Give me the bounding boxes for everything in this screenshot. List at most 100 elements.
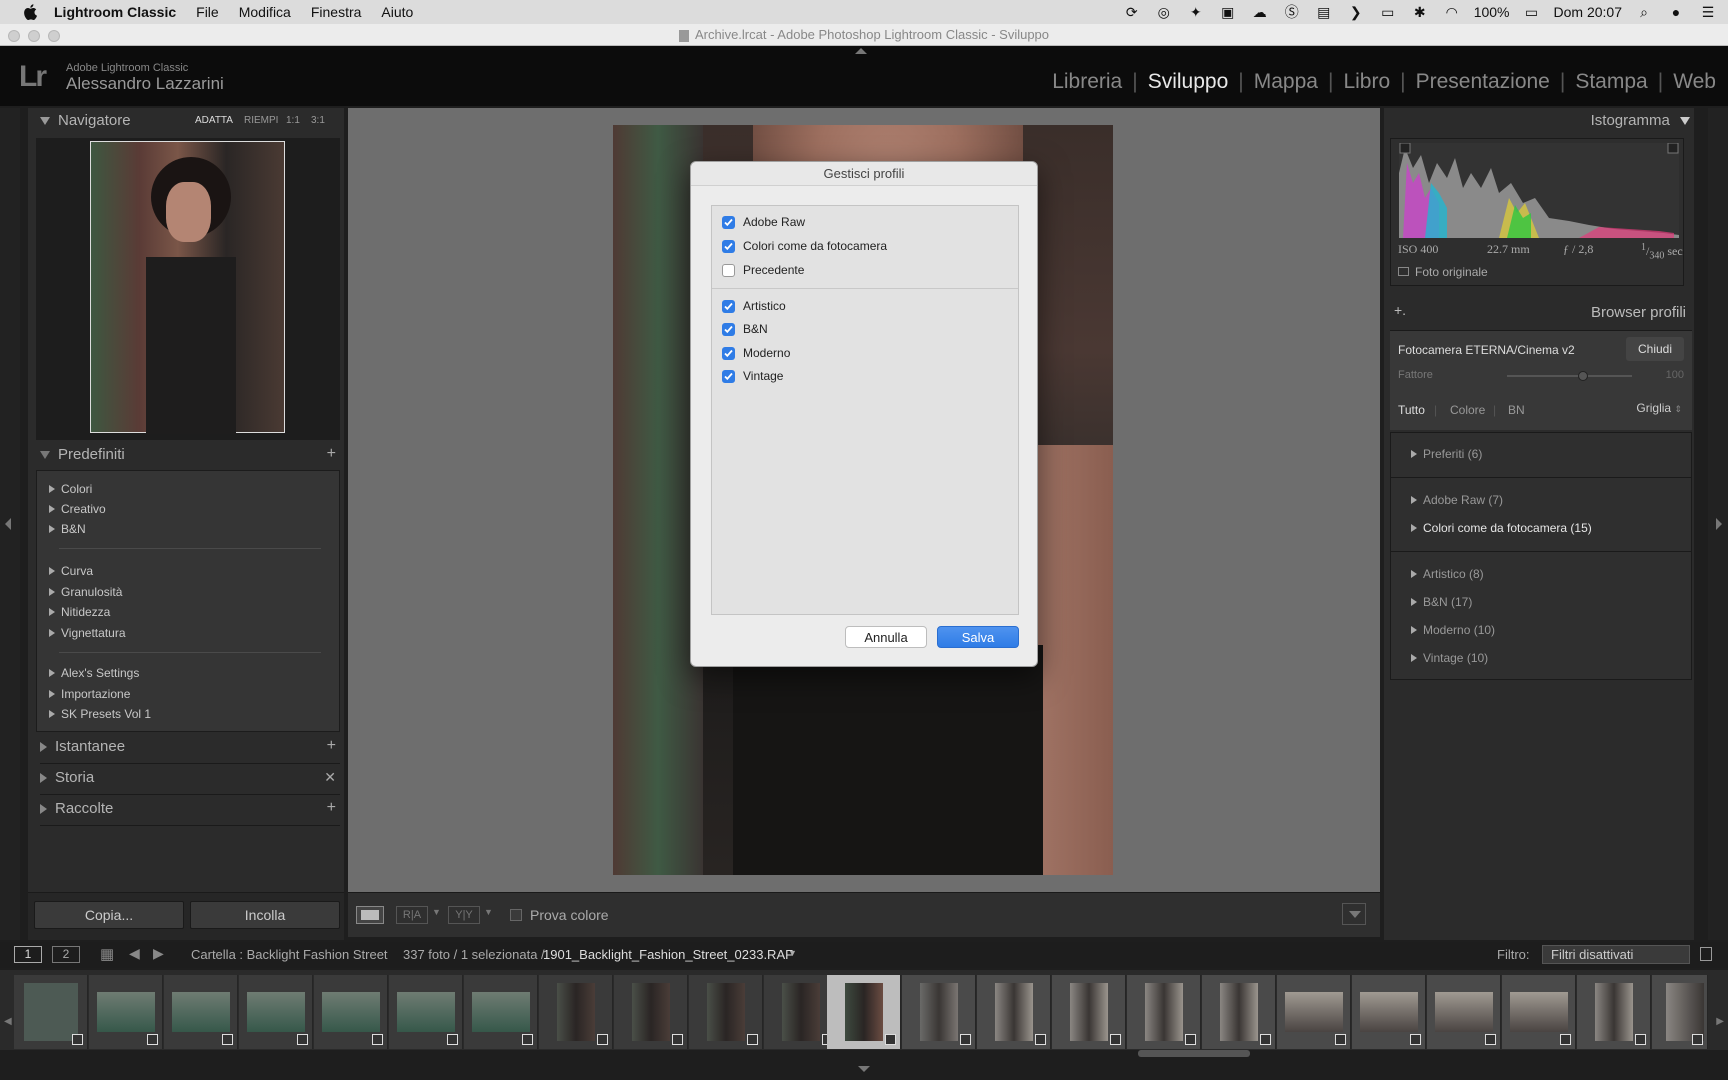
butterfly-icon[interactable]: ✦ <box>1186 4 1206 20</box>
preset-group-vignettatura[interactable]: Vignettatura <box>49 626 126 640</box>
filmstrip-scrollbar[interactable] <box>1138 1050 1250 1057</box>
preset-group-colori[interactable]: Colori <box>48 482 92 496</box>
preset-group-curva[interactable]: Curva <box>48 564 93 578</box>
checkbox-precedente[interactable]: Precedente <box>722 263 804 277</box>
filter-bw[interactable]: BN <box>1508 403 1525 417</box>
filmstrip-thumb[interactable] <box>89 975 163 1049</box>
notification-center-icon[interactable]: ☰ <box>1698 4 1718 20</box>
profile-group-adobe-raw[interactable]: Adobe Raw (7) <box>1410 493 1503 507</box>
module-web[interactable]: Web <box>1673 70 1716 94</box>
filmstrip-thumb[interactable] <box>1502 975 1576 1049</box>
filmstrip-thumb[interactable] <box>14 975 88 1049</box>
cloud-icon[interactable]: ☁ <box>1250 4 1270 20</box>
menu-file[interactable]: File <box>196 4 219 20</box>
before-after-icon[interactable]: R|A <box>396 906 428 924</box>
preset-group-granulosita[interactable]: Granulosità <box>48 585 122 599</box>
amount-slider-thumb[interactable] <box>1578 371 1589 381</box>
primary-window-button[interactable]: 1 <box>14 946 42 963</box>
filmstrip-thumb[interactable] <box>977 975 1051 1049</box>
preset-group-nitidezza[interactable]: Nitidezza <box>48 605 110 619</box>
preset-group-bn[interactable]: B&N <box>49 522 86 536</box>
filmstrip-thumb-selected[interactable] <box>827 975 901 1049</box>
profile-group-moderno[interactable]: Moderno (10) <box>1410 623 1495 637</box>
back-arrow-icon[interactable]: ◀ <box>129 945 140 962</box>
filmstrip-thumb[interactable] <box>389 975 463 1049</box>
navigator-header[interactable]: Navigatore ADATTA RIEMPI 1:1 3:1 <box>40 112 340 138</box>
clock[interactable]: Dom 20:07 <box>1554 4 1622 20</box>
profile-group-artistico[interactable]: Artistico (8) <box>1411 567 1484 581</box>
filmstrip-thumb[interactable] <box>1427 975 1501 1049</box>
siri-icon[interactable]: ● <box>1666 4 1686 20</box>
checkbox-artistico[interactable]: Artistico <box>722 299 786 313</box>
toolbar-menu-icon[interactable] <box>1342 903 1366 925</box>
wifi-icon[interactable]: ◠ <box>1442 4 1462 20</box>
filmstrip-scroll-right-icon[interactable]: ▶ <box>1716 1016 1724 1027</box>
amount-slider[interactable] <box>1507 371 1632 381</box>
module-presentazione[interactable]: Presentazione <box>1416 70 1550 94</box>
filmstrip-thumb[interactable] <box>614 975 688 1049</box>
filmstrip-thumb[interactable] <box>1277 975 1351 1049</box>
filmstrip-thumb[interactable] <box>314 975 388 1049</box>
bluetooth-icon[interactable]: ✱ <box>1410 4 1430 20</box>
filmstrip-thumb[interactable] <box>1052 975 1126 1049</box>
zoom-1-1[interactable]: 1:1 <box>286 115 300 126</box>
profile-group-preferiti[interactable]: Preferiti (6) <box>1410 447 1482 461</box>
softproof-checkbox[interactable] <box>510 909 522 921</box>
grid-view-icon[interactable]: ▦ <box>100 945 114 963</box>
filmstrip-thumb[interactable] <box>1127 975 1201 1049</box>
filter-color[interactable]: Colore <box>1450 403 1485 417</box>
preset-group-importazione[interactable]: Importazione <box>48 687 130 701</box>
module-sviluppo[interactable]: Sviluppo <box>1148 70 1229 94</box>
swap-before-after-icon[interactable]: Y|Y <box>448 906 480 924</box>
history-header[interactable]: Storia ✕ <box>40 769 340 795</box>
display-icon[interactable]: ▣ <box>1218 4 1238 20</box>
minimize-window-button[interactable] <box>28 30 40 42</box>
module-mappa[interactable]: Mappa <box>1254 70 1318 94</box>
filmstrip-thumb[interactable] <box>164 975 238 1049</box>
module-libro[interactable]: Libro <box>1343 70 1390 94</box>
add-snapshot-icon[interactable]: + <box>327 737 336 755</box>
save-button[interactable]: Salva <box>937 626 1019 648</box>
histogram-header[interactable]: Istogramma <box>1390 112 1690 138</box>
apple-icon[interactable] <box>22 4 38 20</box>
sync-icon[interactable]: ⟳ <box>1122 4 1142 20</box>
profile-group-vintage[interactable]: Vintage (10) <box>1410 651 1488 665</box>
checkbox-adobe-raw[interactable]: Adobe Raw <box>722 215 805 229</box>
zoom-fill[interactable]: RIEMPI <box>244 115 278 126</box>
checkbox-colori-fotocamera[interactable]: Colori come da fotocamera <box>722 239 887 253</box>
dropdown-arrow-icon[interactable]: ▼ <box>788 948 797 958</box>
close-window-button[interactable] <box>8 30 20 42</box>
navigator-thumbnail[interactable] <box>90 141 285 434</box>
collapse-left-panel-icon[interactable] <box>5 518 11 530</box>
filter-select[interactable]: Filtri disattivati <box>1542 945 1690 964</box>
snapshots-header[interactable]: Istantanee + <box>40 737 340 764</box>
filmstrip-filename[interactable]: 1901_Backlight_Fashion_Street_0233.RAF <box>543 947 793 962</box>
airplay-icon[interactable]: ▭ <box>1378 4 1398 20</box>
zoom-3-1[interactable]: 3:1 <box>311 115 325 126</box>
copy-button[interactable]: Copia... <box>34 901 184 929</box>
profile-group-bn[interactable]: B&N (17) <box>1410 595 1472 609</box>
forward-arrow-icon[interactable]: ▶ <box>153 945 164 962</box>
cancel-button[interactable]: Annulla <box>845 626 927 648</box>
filmstrip-thumb[interactable] <box>902 975 976 1049</box>
histogram-graph[interactable] <box>1399 143 1679 238</box>
checkbox-moderno[interactable]: Moderno <box>722 346 790 360</box>
filter-lock-icon[interactable] <box>1700 947 1712 961</box>
collapse-right-panel-icon[interactable] <box>1716 518 1722 530</box>
clear-history-icon[interactable]: ✕ <box>324 769 336 786</box>
close-profile-browser-button[interactable]: Chiudi <box>1626 337 1684 361</box>
paste-button[interactable]: Incolla <box>190 901 340 929</box>
zoom-fit[interactable]: ADATTA <box>195 115 233 126</box>
add-profile-icon[interactable]: +. <box>1394 302 1406 318</box>
menu-finestra[interactable]: Finestra <box>311 4 362 20</box>
dropdown-arrow-icon[interactable]: ▼ <box>484 907 493 917</box>
original-photo-toggle[interactable]: Foto originale <box>1398 265 1488 279</box>
filmstrip-thumb[interactable] <box>1202 975 1276 1049</box>
filmstrip-source[interactable]: Cartella : Backlight Fashion Street <box>191 947 388 962</box>
secondary-window-button[interactable]: 2 <box>52 946 80 963</box>
loupe-view-icon[interactable] <box>356 906 384 924</box>
presets-header[interactable]: Predefiniti + <box>40 445 340 472</box>
preset-group-creativo[interactable]: Creativo <box>49 502 106 516</box>
spotlight-search-icon[interactable]: ⌕ <box>1634 4 1654 20</box>
filmstrip-thumb[interactable] <box>464 975 538 1049</box>
